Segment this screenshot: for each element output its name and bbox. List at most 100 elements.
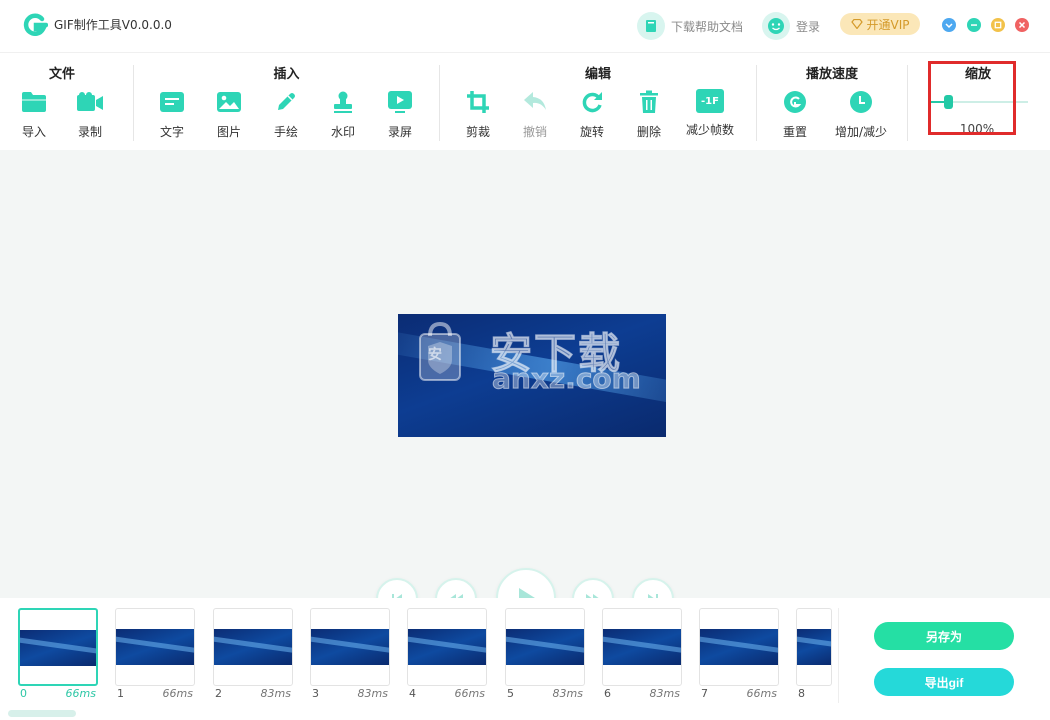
timeline-scrollbar[interactable] xyxy=(8,710,76,717)
frame-thumbnail xyxy=(408,629,486,665)
frame-duration: 83ms xyxy=(649,687,680,700)
reset-icon xyxy=(781,89,809,115)
login-label: 登录 xyxy=(796,19,821,34)
rotate-icon xyxy=(578,89,606,115)
speed-reset-button[interactable]: 重置 xyxy=(767,89,823,140)
book-icon xyxy=(637,12,665,40)
frame-thumbnail xyxy=(20,630,96,666)
minimize-icon xyxy=(971,24,977,26)
group-edit: 编辑 剪裁 撤销 旋转 删除 -1F 减少帧数 xyxy=(450,53,746,151)
frame-thumbnail xyxy=(311,629,389,665)
zoom-highlight-box xyxy=(928,61,1016,135)
maximize-button[interactable] xyxy=(991,18,1005,32)
minus-one-frame-icon: -1F xyxy=(696,89,724,113)
group-title: 编辑 xyxy=(584,67,611,82)
reduce-frames-icon-text: -1F xyxy=(701,95,719,107)
timeline-frame[interactable] xyxy=(699,608,779,686)
help-doc-label: 下载帮助文档 xyxy=(671,19,744,34)
screen-record-button[interactable]: 录屏 xyxy=(372,89,428,140)
group-title: 播放速度 xyxy=(805,67,858,82)
tool-label: 录屏 xyxy=(387,125,412,139)
tool-label: 旋转 xyxy=(579,125,604,139)
minimize-button[interactable] xyxy=(967,18,981,32)
delete-button[interactable]: 删除 xyxy=(621,89,677,140)
text-button[interactable]: 文字 xyxy=(144,89,200,140)
speed-adjust-button[interactable]: 增加/减少 xyxy=(833,89,889,140)
frame-index: 1 xyxy=(117,687,124,700)
frame-index: 2 xyxy=(215,687,222,700)
image-button[interactable]: 图片 xyxy=(201,89,257,140)
frame-duration: 83ms xyxy=(260,687,291,700)
draw-button[interactable]: 手绘 xyxy=(258,89,314,140)
frame-index: 6 xyxy=(604,687,611,700)
frame-thumbnail xyxy=(603,629,681,665)
tool-label: 增加/减少 xyxy=(834,125,888,139)
tool-label: 剪裁 xyxy=(465,125,490,139)
tool-label: 减少帧数 xyxy=(685,123,734,137)
frame-timeline: 0 66ms 1 66ms 2 83ms 3 83ms 4 66ms 5 83ms 6 83ms 7 66ms… xyxy=(0,598,1050,720)
save-as-button[interactable]: 另存为 xyxy=(874,622,1014,650)
frame-thumbnail xyxy=(214,629,292,665)
pencil-icon xyxy=(272,89,300,115)
screen-play-icon xyxy=(386,89,414,115)
rotate-button[interactable]: 旋转 xyxy=(564,89,620,140)
frame-index: 0 xyxy=(20,687,27,700)
tool-label: 水印 xyxy=(330,125,355,139)
record-button[interactable]: 录制 xyxy=(62,89,118,140)
timeline-frame[interactable] xyxy=(602,608,682,686)
text-icon xyxy=(158,89,186,115)
import-button[interactable]: 导入 xyxy=(6,89,62,140)
help-doc-link[interactable]: 下载帮助文档 xyxy=(637,12,743,40)
frame-index: 4 xyxy=(409,687,416,700)
frame-duration: 66ms xyxy=(65,687,96,700)
frame-duration: 83ms xyxy=(357,687,388,700)
timeline-frame[interactable] xyxy=(213,608,293,686)
timeline-frame[interactable] xyxy=(18,608,98,686)
group-speed: 播放速度 重置 增加/减少 xyxy=(767,53,897,151)
video-camera-icon xyxy=(76,89,104,115)
timeline-frame[interactable] xyxy=(796,608,832,686)
tool-label: 撤销 xyxy=(522,125,547,139)
vip-button[interactable]: 开通VIP xyxy=(840,13,920,35)
frame-duration: 83ms xyxy=(552,687,583,700)
close-icon xyxy=(1018,21,1026,29)
frame-duration: 66ms xyxy=(746,687,777,700)
frame-index: 7 xyxy=(701,687,708,700)
timeline-frame[interactable] xyxy=(310,608,390,686)
vip-label: 开通VIP xyxy=(866,17,910,32)
frame-index: 3 xyxy=(312,687,319,700)
crop-button[interactable]: 剪裁 xyxy=(450,89,506,140)
timeline-frame[interactable] xyxy=(115,608,195,686)
group-title: 文件 xyxy=(48,67,75,82)
undo-button[interactable]: 撤销 xyxy=(507,89,563,140)
title-bar: GIF制作工具V0.0.0.0 下载帮助文档 登录 开通VIP xyxy=(0,0,1050,52)
maximize-icon xyxy=(994,21,1002,29)
export-gif-button[interactable]: 导出gif xyxy=(874,668,1014,696)
toolbar: 文件 导入 录制 插入 文字 图片 手绘 水印 录屏 编辑 剪裁 撤销 旋转 删… xyxy=(0,52,1050,150)
frame-index: 5 xyxy=(507,687,514,700)
image-icon xyxy=(215,89,243,115)
frame-duration: 66ms xyxy=(454,687,485,700)
user-avatar-icon xyxy=(762,12,790,40)
reduce-frames-button[interactable]: -1F 减少帧数 xyxy=(682,89,738,138)
stamp-icon xyxy=(329,89,357,115)
frame-thumbnail xyxy=(506,629,584,665)
folder-icon xyxy=(20,89,48,115)
group-file: 文件 导入 录制 xyxy=(6,53,118,151)
watermark-url-text: anxz.com xyxy=(492,362,642,396)
timeline-frame[interactable] xyxy=(505,608,585,686)
app-title: GIF制作工具V0.0.0.0 xyxy=(54,18,172,32)
timeline-frame[interactable] xyxy=(407,608,487,686)
group-insert: 插入 文字 图片 手绘 水印 录屏 xyxy=(144,53,429,151)
tool-label: 图片 xyxy=(216,125,241,139)
login-link[interactable]: 登录 xyxy=(762,12,820,40)
frame-thumbnail xyxy=(700,629,778,665)
separator xyxy=(756,65,757,141)
tool-label: 文字 xyxy=(159,125,184,139)
tool-label: 重置 xyxy=(782,125,807,139)
watermark-badge: 安 xyxy=(428,347,444,363)
close-button[interactable] xyxy=(1015,18,1029,32)
dropdown-menu-button[interactable] xyxy=(942,18,956,32)
trash-icon xyxy=(635,89,663,115)
watermark-button[interactable]: 水印 xyxy=(315,89,371,140)
